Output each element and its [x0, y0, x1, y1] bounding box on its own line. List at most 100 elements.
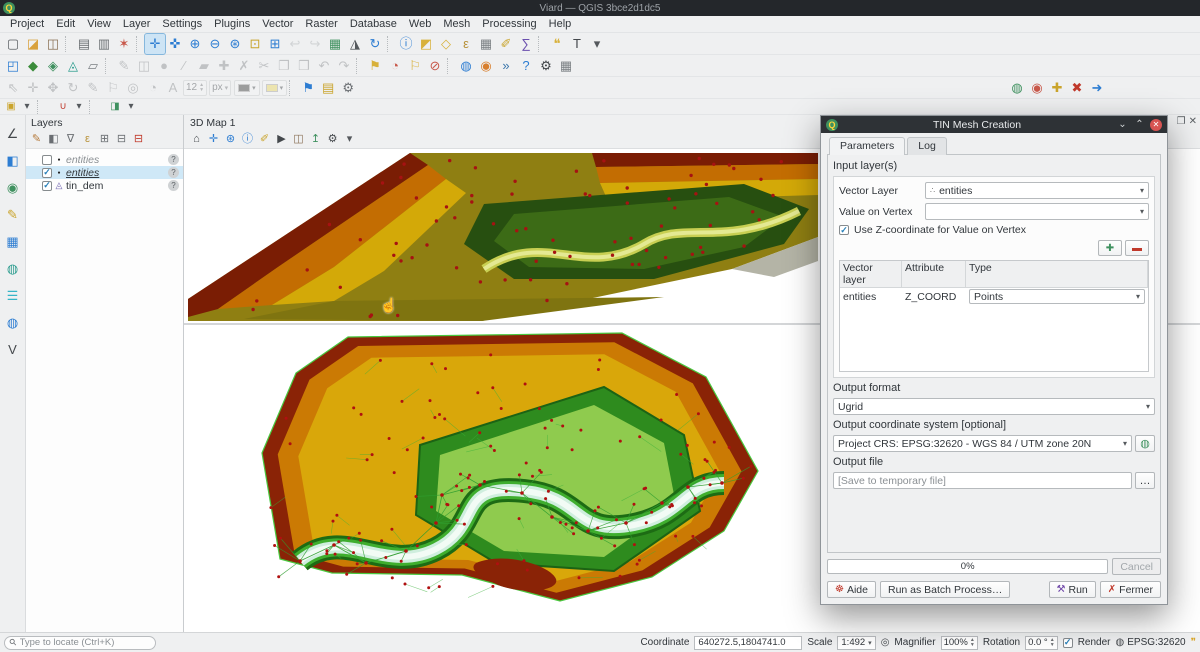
- deselect-features-icon[interactable]: ◇: [436, 34, 456, 54]
- options-3d-icon[interactable]: ⚙: [324, 132, 341, 148]
- cut-features-icon[interactable]: ✂: [254, 56, 274, 76]
- zoom-full-icon[interactable]: ⊛: [225, 34, 245, 54]
- pin-labels-icon[interactable]: ⚐: [405, 56, 425, 76]
- use-z-checkbox[interactable]: [839, 225, 849, 235]
- plugin-remove-icon[interactable]: ✖: [1067, 78, 1087, 98]
- font-size-spinbox[interactable]: 12 ▲▼: [183, 80, 207, 96]
- collapse-all-icon[interactable]: ⊟: [113, 132, 130, 148]
- new-bookmark-icon[interactable]: ⚑: [298, 78, 318, 98]
- layer-item[interactable]: entities ?: [26, 153, 183, 166]
- animations-icon[interactable]: ▶: [273, 132, 290, 148]
- add-polygon-feature-icon[interactable]: ▰: [194, 56, 214, 76]
- pan-annotation-icon[interactable]: ✛: [23, 78, 43, 98]
- config-3d-dropdown-icon[interactable]: ▾: [341, 132, 358, 148]
- menu-settings[interactable]: Settings: [156, 17, 208, 31]
- locate-input[interactable]: [20, 637, 138, 648]
- new-project-icon[interactable]: ▢: [3, 34, 23, 54]
- add-line-feature-icon[interactable]: ∕: [174, 56, 194, 76]
- layer-order-panel-icon[interactable]: ▦: [3, 231, 23, 251]
- redo-icon[interactable]: ↷: [334, 56, 354, 76]
- style-manager-icon[interactable]: ✶: [114, 34, 134, 54]
- close-dialog-button[interactable]: ✗ Fermer: [1100, 581, 1161, 598]
- pan-3d-icon[interactable]: ✛: [205, 132, 222, 148]
- menu-database[interactable]: Database: [344, 17, 403, 31]
- camera-home-icon[interactable]: ⌂: [188, 132, 205, 148]
- remove-layer-icon[interactable]: ⊟: [130, 132, 147, 148]
- data-source-manager-icon[interactable]: ◰: [3, 56, 23, 76]
- processing-toolbox-icon[interactable]: ⚙: [536, 56, 556, 76]
- layer-item[interactable]: entities ?: [26, 166, 183, 179]
- advanced-digitizing-panel-icon[interactable]: ∠: [3, 123, 23, 143]
- save-image-3d-icon[interactable]: ◫: [290, 132, 307, 148]
- layer-labeling-icon[interactable]: ⚑: [365, 56, 385, 76]
- type-combo[interactable]: Points ▾: [969, 289, 1145, 304]
- dropdown-arrow-icon[interactable]: ▾: [71, 100, 87, 114]
- undo-icon[interactable]: ↶: [314, 56, 334, 76]
- data-defined-icon[interactable]: ⚙: [338, 78, 358, 98]
- spatial-bookmarks-panel-icon[interactable]: ◍: [3, 312, 23, 332]
- change-label-icon[interactable]: ✎: [83, 78, 103, 98]
- coordinate-box[interactable]: [694, 636, 802, 650]
- menu-vector[interactable]: Vector: [256, 17, 299, 31]
- python-console-icon[interactable]: »: [496, 56, 516, 76]
- menu-view[interactable]: View: [81, 17, 117, 31]
- label-properties-icon[interactable]: A: [163, 78, 183, 98]
- zoom-out-icon[interactable]: ⊖: [205, 34, 225, 54]
- dialog-dropdown-icon[interactable]: ⌄: [1116, 119, 1129, 130]
- run-button[interactable]: ⚒ Run: [1049, 581, 1096, 598]
- layer-diagram-icon[interactable]: ◔: [385, 56, 405, 76]
- tab-parameters[interactable]: Parameters: [829, 137, 905, 155]
- pan-to-selection-icon[interactable]: ✜: [165, 34, 185, 54]
- menu-raster[interactable]: Raster: [299, 17, 343, 31]
- move-label-icon[interactable]: ✥: [43, 78, 63, 98]
- pan-map-icon[interactable]: ✛: [145, 34, 165, 54]
- output-file-input[interactable]: [833, 472, 1132, 489]
- dropdown-arrow-icon[interactable]: ▾: [19, 100, 35, 114]
- zoom-next-icon[interactable]: ↪: [305, 34, 325, 54]
- unit-combo[interactable]: px ▾: [209, 80, 231, 96]
- filter-legend-dropdown-icon[interactable]: ◨: [107, 100, 123, 114]
- quickmap-icon[interactable]: ◉: [1027, 78, 1047, 98]
- overview-panel-icon[interactable]: ☰: [3, 285, 23, 305]
- new-3d-map-view-icon[interactable]: ◮: [345, 34, 365, 54]
- add-row-button[interactable]: ✚: [1098, 240, 1122, 256]
- log-messages-panel-icon[interactable]: ◍: [3, 258, 23, 278]
- dialog-shade-icon[interactable]: ⌃: [1133, 119, 1146, 130]
- tab-log[interactable]: Log: [907, 137, 947, 155]
- crs-status-button[interactable]: ◍ EPSG:32620: [1116, 637, 1186, 648]
- vertex-editor-panel-icon[interactable]: V: [3, 339, 23, 359]
- dialog-close-icon[interactable]: ✕: [1150, 119, 1162, 131]
- save-layer-edits-icon[interactable]: ◫: [134, 56, 154, 76]
- annotation-dropdown-icon[interactable]: ▾: [587, 34, 607, 54]
- layer-visibility-checkbox[interactable]: [42, 155, 52, 165]
- layer-styling-panel-icon[interactable]: ✎: [3, 204, 23, 224]
- new-scratch-layer-icon[interactable]: ▱: [83, 56, 103, 76]
- expand-all-icon[interactable]: ⊞: [96, 132, 113, 148]
- osm-icon[interactable]: ◉: [476, 56, 496, 76]
- export-3d-scene-icon[interactable]: ↥: [307, 132, 324, 148]
- pointer-tool-icon[interactable]: ⇖: [3, 78, 23, 98]
- map-tips-icon[interactable]: ❝: [547, 34, 567, 54]
- menu-plugins[interactable]: Plugins: [208, 17, 256, 31]
- snapping-toggle-icon[interactable]: ∪: [55, 100, 71, 114]
- menu-web[interactable]: Web: [403, 17, 437, 31]
- options-grid-icon[interactable]: ▦: [556, 56, 576, 76]
- menu-help[interactable]: Help: [543, 17, 578, 31]
- copy-features-icon[interactable]: ❐: [274, 56, 294, 76]
- table-row[interactable]: entities Z_COORD Points ▾: [840, 288, 1148, 305]
- identify-features-icon[interactable]: ⓘ: [396, 34, 416, 54]
- value-on-vertex-combo[interactable]: ▾: [925, 203, 1149, 220]
- no-labels-icon[interactable]: ⊘: [425, 56, 445, 76]
- messages-icon[interactable]: ❞: [1191, 637, 1196, 648]
- filter-by-expression-icon[interactable]: ε: [79, 132, 96, 148]
- buffer-color-button[interactable]: ▾: [262, 80, 288, 96]
- menu-processing[interactable]: Processing: [476, 17, 542, 31]
- measure-icon[interactable]: ✐: [496, 34, 516, 54]
- close-panel-icon[interactable]: ✕: [1189, 116, 1197, 127]
- zoom-to-layer-icon[interactable]: ⊞: [265, 34, 285, 54]
- zoom-full-3d-icon[interactable]: ⊛: [222, 132, 239, 148]
- browser-panel-icon[interactable]: ◧: [3, 150, 23, 170]
- save-project-icon[interactable]: ◫: [43, 34, 63, 54]
- output-format-combo[interactable]: Ugrid ▾: [833, 398, 1155, 415]
- show-hidden-labels-icon[interactable]: ◎: [123, 78, 143, 98]
